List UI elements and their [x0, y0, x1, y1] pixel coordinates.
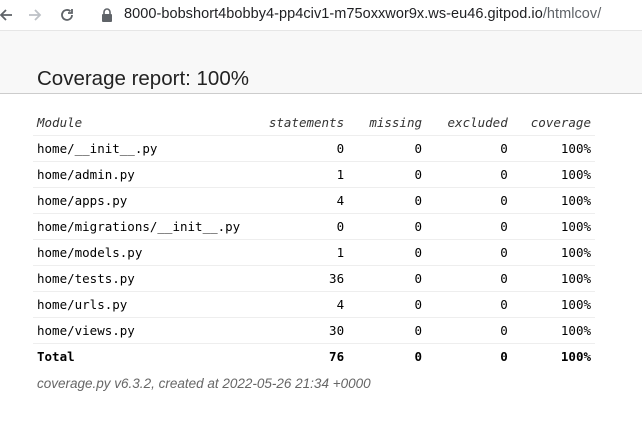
coverage-cell: 100% [511, 161, 595, 188]
total-missing: 0 [414, 349, 423, 364]
missing-cell: 0 [348, 187, 427, 214]
missing-cell: 0 [348, 317, 427, 344]
missing-cell: 0 [348, 265, 427, 292]
table-row: home/tests.py 36 0 0 100% [33, 265, 595, 292]
excluded-cell: 0 [426, 291, 512, 318]
table-row: home/models.py 1 0 0 100% [33, 239, 595, 266]
browser-toolbar: 8000-bobshort4bobby4-pp4civ1-m75oxxwor9x… [0, 0, 642, 30]
statements-cell: 1 [244, 239, 349, 266]
statements-cell: 4 [244, 291, 349, 318]
table-row: home/apps.py 4 0 0 100% [33, 187, 595, 214]
excluded-cell: 0 [426, 265, 512, 292]
excluded-cell: 0 [426, 187, 512, 214]
missing-cell: 0 [348, 239, 427, 266]
footer-credit: coverage.py v6.3.2, created at 2022-05-2… [37, 376, 371, 391]
table-row: home/urls.py 4 0 0 100% [33, 291, 595, 318]
excluded-cell: 0 [426, 161, 512, 188]
arrow-right-icon [29, 9, 42, 21]
missing-cell: 0 [348, 291, 427, 318]
page-title: Coverage report: 100% [37, 66, 249, 90]
module-link[interactable]: home/urls.py [33, 291, 245, 318]
coverage-cell: 100% [511, 265, 595, 292]
total-label: Total [37, 349, 75, 364]
coverage-cell: 100% [511, 291, 595, 318]
excluded-cell: 0 [426, 239, 512, 266]
table-row: home/views.py 30 0 0 100% [33, 317, 595, 344]
coverage-cell: 100% [511, 317, 595, 344]
coverage-cell: 100% [511, 187, 595, 214]
missing-cell: 0 [348, 135, 427, 162]
url-host: 8000-bobshort4bobby4-pp4civ1-m75oxxwor9x… [124, 6, 543, 22]
column-header-excluded[interactable]: excluded [426, 110, 512, 136]
module-link[interactable]: home/apps.py [33, 187, 245, 214]
excluded-cell: 0 [426, 213, 512, 240]
statements-cell: 30 [244, 317, 349, 344]
column-header-statements[interactable]: statements [244, 110, 349, 136]
total-statements: 76 [329, 349, 345, 364]
statements-cell: 36 [244, 265, 349, 292]
missing-cell: 0 [348, 213, 427, 240]
statements-cell: 0 [244, 213, 349, 240]
module-link[interactable]: home/tests.py [33, 265, 245, 292]
module-link[interactable]: home/admin.py [33, 161, 245, 188]
coverage-cell: 100% [511, 213, 595, 240]
coverage-table: Module statements missing excluded cover… [33, 110, 595, 369]
module-link[interactable]: home/migrations/__init__.py [33, 213, 245, 240]
excluded-cell: 0 [426, 317, 512, 344]
column-header-missing[interactable]: missing [348, 110, 427, 136]
table-header-row: Module statements missing excluded cover… [33, 110, 595, 136]
lock-icon [102, 8, 112, 22]
table-row: home/admin.py 1 0 0 100% [33, 161, 595, 188]
url-path: /htmlcov/ [542, 6, 602, 22]
table-row: home/__init__.py 0 0 0 100% [33, 135, 595, 162]
module-link[interactable]: home/views.py [33, 317, 245, 344]
total-coverage: 100% [560, 349, 591, 364]
column-header-module[interactable]: Module [33, 110, 245, 136]
arrow-left-icon [0, 9, 12, 21]
forward-button[interactable] [23, 3, 47, 27]
coverage-cell: 100% [511, 135, 595, 162]
total-row: Total 76 0 0 100% [33, 344, 595, 370]
back-button[interactable] [0, 3, 18, 27]
coverage-cell: 100% [511, 239, 595, 266]
module-link[interactable]: home/__init__.py [33, 135, 245, 162]
module-link[interactable]: home/models.py [33, 239, 245, 266]
report-header: Coverage report: 100% [0, 30, 642, 94]
table-row: home/migrations/__init__.py 0 0 0 100% [33, 213, 595, 240]
statements-cell: 0 [244, 135, 349, 162]
excluded-cell: 0 [426, 135, 512, 162]
address-bar[interactable]: 8000-bobshort4bobby4-pp4civ1-m75oxxwor9x… [124, 6, 601, 22]
reload-icon [61, 9, 73, 21]
statements-cell: 1 [244, 161, 349, 188]
statements-cell: 4 [244, 187, 349, 214]
total-excluded: 0 [500, 349, 508, 364]
reload-button[interactable] [55, 3, 79, 27]
column-header-coverage[interactable]: coverage [511, 110, 595, 136]
missing-cell: 0 [348, 161, 427, 188]
